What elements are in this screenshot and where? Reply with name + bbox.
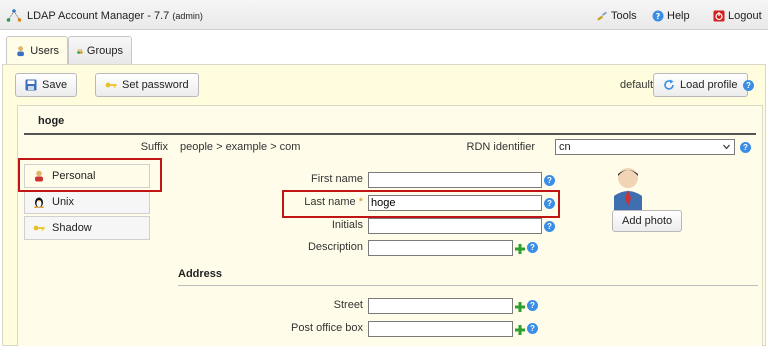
description-input[interactable] bbox=[368, 240, 513, 256]
initials-input[interactable] bbox=[368, 218, 542, 234]
tab-groups-label: Groups bbox=[86, 44, 123, 57]
load-profile-label: Load profile bbox=[680, 79, 738, 91]
tab-groups[interactable]: Groups bbox=[68, 36, 132, 64]
add-description-icon[interactable] bbox=[515, 244, 525, 254]
module-tabs: Users Groups bbox=[0, 30, 768, 66]
tab-users-label: Users bbox=[30, 44, 59, 57]
street-label: Street bbox=[333, 299, 363, 311]
tools-icon bbox=[597, 11, 608, 21]
set-password-label: Set password bbox=[122, 79, 189, 91]
street-help-icon[interactable]: ? bbox=[527, 300, 538, 311]
refresh-icon bbox=[664, 79, 674, 90]
po-box-input[interactable] bbox=[368, 321, 513, 337]
content-area: Save Set password default Load profile ?… bbox=[2, 64, 766, 346]
set-password-button[interactable]: Set password bbox=[95, 73, 199, 97]
save-label: Save bbox=[42, 79, 68, 91]
user-tag: (admin) bbox=[172, 11, 203, 21]
app-title: LDAP Account Manager - 7.7 (admin) bbox=[27, 10, 203, 22]
help-link[interactable]: ? Help bbox=[652, 10, 690, 22]
add-street-icon[interactable] bbox=[515, 302, 525, 312]
description-label: Description bbox=[307, 241, 363, 253]
account-title: hoge bbox=[38, 115, 65, 127]
highlight-last-name bbox=[282, 190, 560, 218]
description-help-icon[interactable]: ? bbox=[527, 242, 538, 253]
highlight-personal-tab bbox=[18, 158, 162, 192]
lam-logo-icon bbox=[6, 9, 22, 22]
suffix-label: Suffix bbox=[140, 141, 168, 153]
logout-label: Logout bbox=[728, 10, 762, 22]
rdn-label: RDN identifier bbox=[466, 141, 535, 153]
tab-users[interactable]: Users bbox=[6, 36, 68, 64]
logout-link[interactable]: Logout bbox=[713, 10, 762, 22]
first-name-label: First name bbox=[311, 173, 363, 185]
svg-text:?: ? bbox=[656, 12, 661, 21]
address-heading-text: Address bbox=[178, 268, 223, 280]
first-name-help-icon[interactable]: ? bbox=[544, 175, 555, 186]
key-icon bbox=[105, 82, 117, 88]
save-button[interactable]: Save bbox=[15, 73, 78, 97]
load-profile-button[interactable]: Load profile bbox=[653, 73, 748, 97]
add-po-box-icon[interactable] bbox=[515, 325, 525, 335]
save-icon bbox=[25, 79, 37, 91]
street-input[interactable] bbox=[368, 298, 513, 314]
tools-link[interactable]: Tools bbox=[596, 10, 637, 22]
app-header: LDAP Account Manager - 7.7 (admin) Tools… bbox=[0, 0, 768, 30]
tux-icon bbox=[34, 197, 44, 208]
initials-label: Initials bbox=[331, 219, 363, 231]
help-icon: ? bbox=[652, 10, 664, 22]
add-photo-label: Add photo bbox=[622, 215, 673, 227]
tools-label: Tools bbox=[611, 10, 637, 22]
chevron-down-icon bbox=[723, 144, 730, 150]
app-title-text: LDAP Account Manager - 7.7 bbox=[27, 10, 170, 22]
rdn-help-icon[interactable]: ? bbox=[740, 142, 751, 153]
initials-help-icon[interactable]: ? bbox=[544, 221, 555, 232]
address-heading: Address bbox=[178, 268, 758, 286]
add-photo-button[interactable]: Add photo bbox=[612, 210, 683, 232]
side-tab-unix-label: Unix bbox=[52, 196, 75, 208]
help-label: Help bbox=[667, 10, 690, 22]
title-divider bbox=[24, 133, 756, 135]
po-box-help-icon[interactable]: ? bbox=[527, 323, 538, 334]
po-box-label: Post office box bbox=[291, 322, 363, 334]
group-icon bbox=[77, 48, 83, 54]
suffix-value: people > example > com bbox=[180, 141, 301, 153]
profile-help-icon[interactable]: ? bbox=[743, 80, 754, 91]
rdn-select[interactable]: cn bbox=[555, 139, 735, 155]
side-tab-shadow[interactable]: Shadow bbox=[24, 216, 150, 240]
rdn-select-value: cn bbox=[559, 141, 571, 153]
side-tab-shadow-label: Shadow bbox=[52, 222, 92, 234]
user-icon bbox=[17, 45, 24, 56]
key-icon bbox=[33, 225, 45, 231]
account-panel: hoge Suffix people > example > com RDN i… bbox=[17, 105, 763, 346]
profile-name: default bbox=[620, 79, 654, 91]
logout-icon bbox=[713, 10, 725, 22]
photo-placeholder-icon bbox=[614, 168, 642, 210]
side-tab-unix[interactable]: Unix bbox=[24, 190, 150, 214]
first-name-input[interactable] bbox=[368, 172, 542, 188]
